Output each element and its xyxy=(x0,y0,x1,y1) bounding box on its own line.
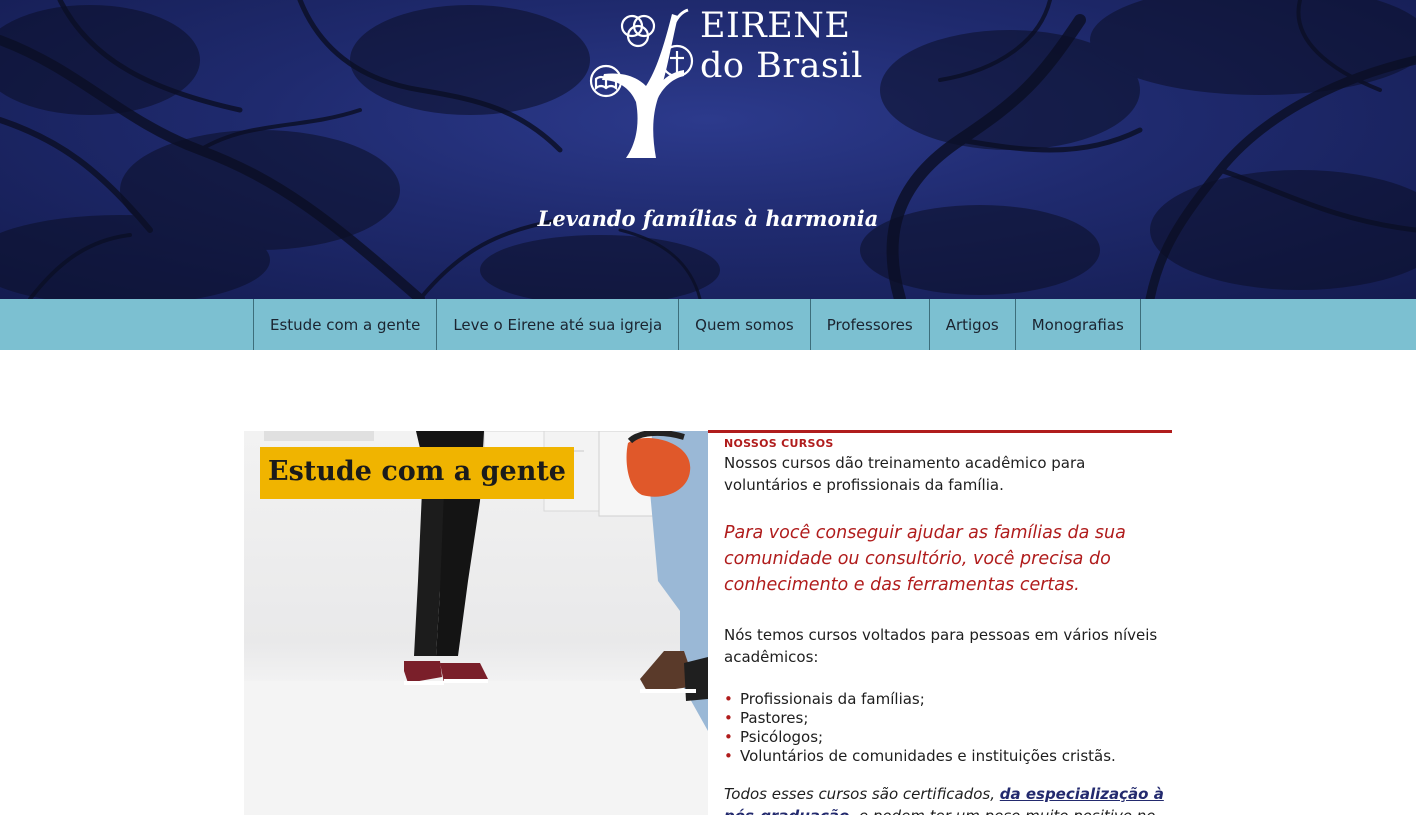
cert-text-end: , e podem ter um peso muito positivo no xyxy=(849,807,1155,815)
list-item-text: Psicólogos; xyxy=(740,728,824,746)
nav-item-leve-o-eirene[interactable]: Leve o Eirene até sua igreja xyxy=(437,299,680,350)
nav-item-monografias[interactable]: Monografias xyxy=(1016,299,1141,350)
bullet-icon: • xyxy=(724,747,733,765)
brand-line-1: EIRENE xyxy=(700,6,851,46)
bullet-icon: • xyxy=(724,709,733,727)
nav-item-professores[interactable]: Professores xyxy=(811,299,930,350)
cert-text-start: Todos esses cursos são certificados, xyxy=(724,785,1000,803)
brand-name[interactable]: EIRENE do Brasil xyxy=(700,6,863,86)
brand-line-2: do Brasil xyxy=(700,46,863,86)
levels-paragraph: Nós temos cursos voltados para pessoas e… xyxy=(724,626,1158,666)
list-item-text: Voluntários de comunidades e instituiçõe… xyxy=(740,747,1116,765)
intro-paragraph: Nossos cursos dão treinamento acadêmico … xyxy=(724,454,1086,494)
courses-section: NOSSOS CURSOS Nossos cursos dão treiname… xyxy=(708,430,1172,815)
list-item: • Profissionais da famílias; xyxy=(724,690,1172,709)
main-nav: Estude com a gente Leve o Eirene até sua… xyxy=(0,299,1416,350)
nav-item-quem-somos[interactable]: Quem somos xyxy=(679,299,811,350)
section-photo: Estude com a gente xyxy=(244,431,708,815)
bullet-icon: • xyxy=(724,690,733,708)
certification-paragraph: Todos esses cursos são certificados, da … xyxy=(724,783,1172,815)
audience-list: • Profissionais da famílias; • Pastores; •… xyxy=(724,690,1172,766)
list-item-text: Profissionais da famílias; xyxy=(740,690,925,708)
list-item-text: Pastores; xyxy=(740,709,809,727)
section-badge: Estude com a gente xyxy=(260,447,574,499)
list-item: • Psicólogos; xyxy=(724,728,1172,747)
bullet-icon: • xyxy=(724,728,733,746)
list-item: • Pastores; xyxy=(724,709,1172,728)
nav-item-estude[interactable]: Estude com a gente xyxy=(254,299,438,350)
nav-item-artigos[interactable]: Artigos xyxy=(930,299,1016,350)
hero-banner: EIRENE do Brasil Levando famílias à harm… xyxy=(0,0,1416,299)
book-icon xyxy=(589,64,623,98)
tagline: Levando famílias à harmonia xyxy=(537,206,879,231)
list-item: • Voluntários de comunidades e instituiçõ… xyxy=(724,747,1172,766)
section-kicker: NOSSOS CURSOS xyxy=(724,437,834,450)
lead-paragraph: Para você conseguir ajudar as famílias d… xyxy=(724,523,1126,595)
circles-icon xyxy=(620,14,656,48)
